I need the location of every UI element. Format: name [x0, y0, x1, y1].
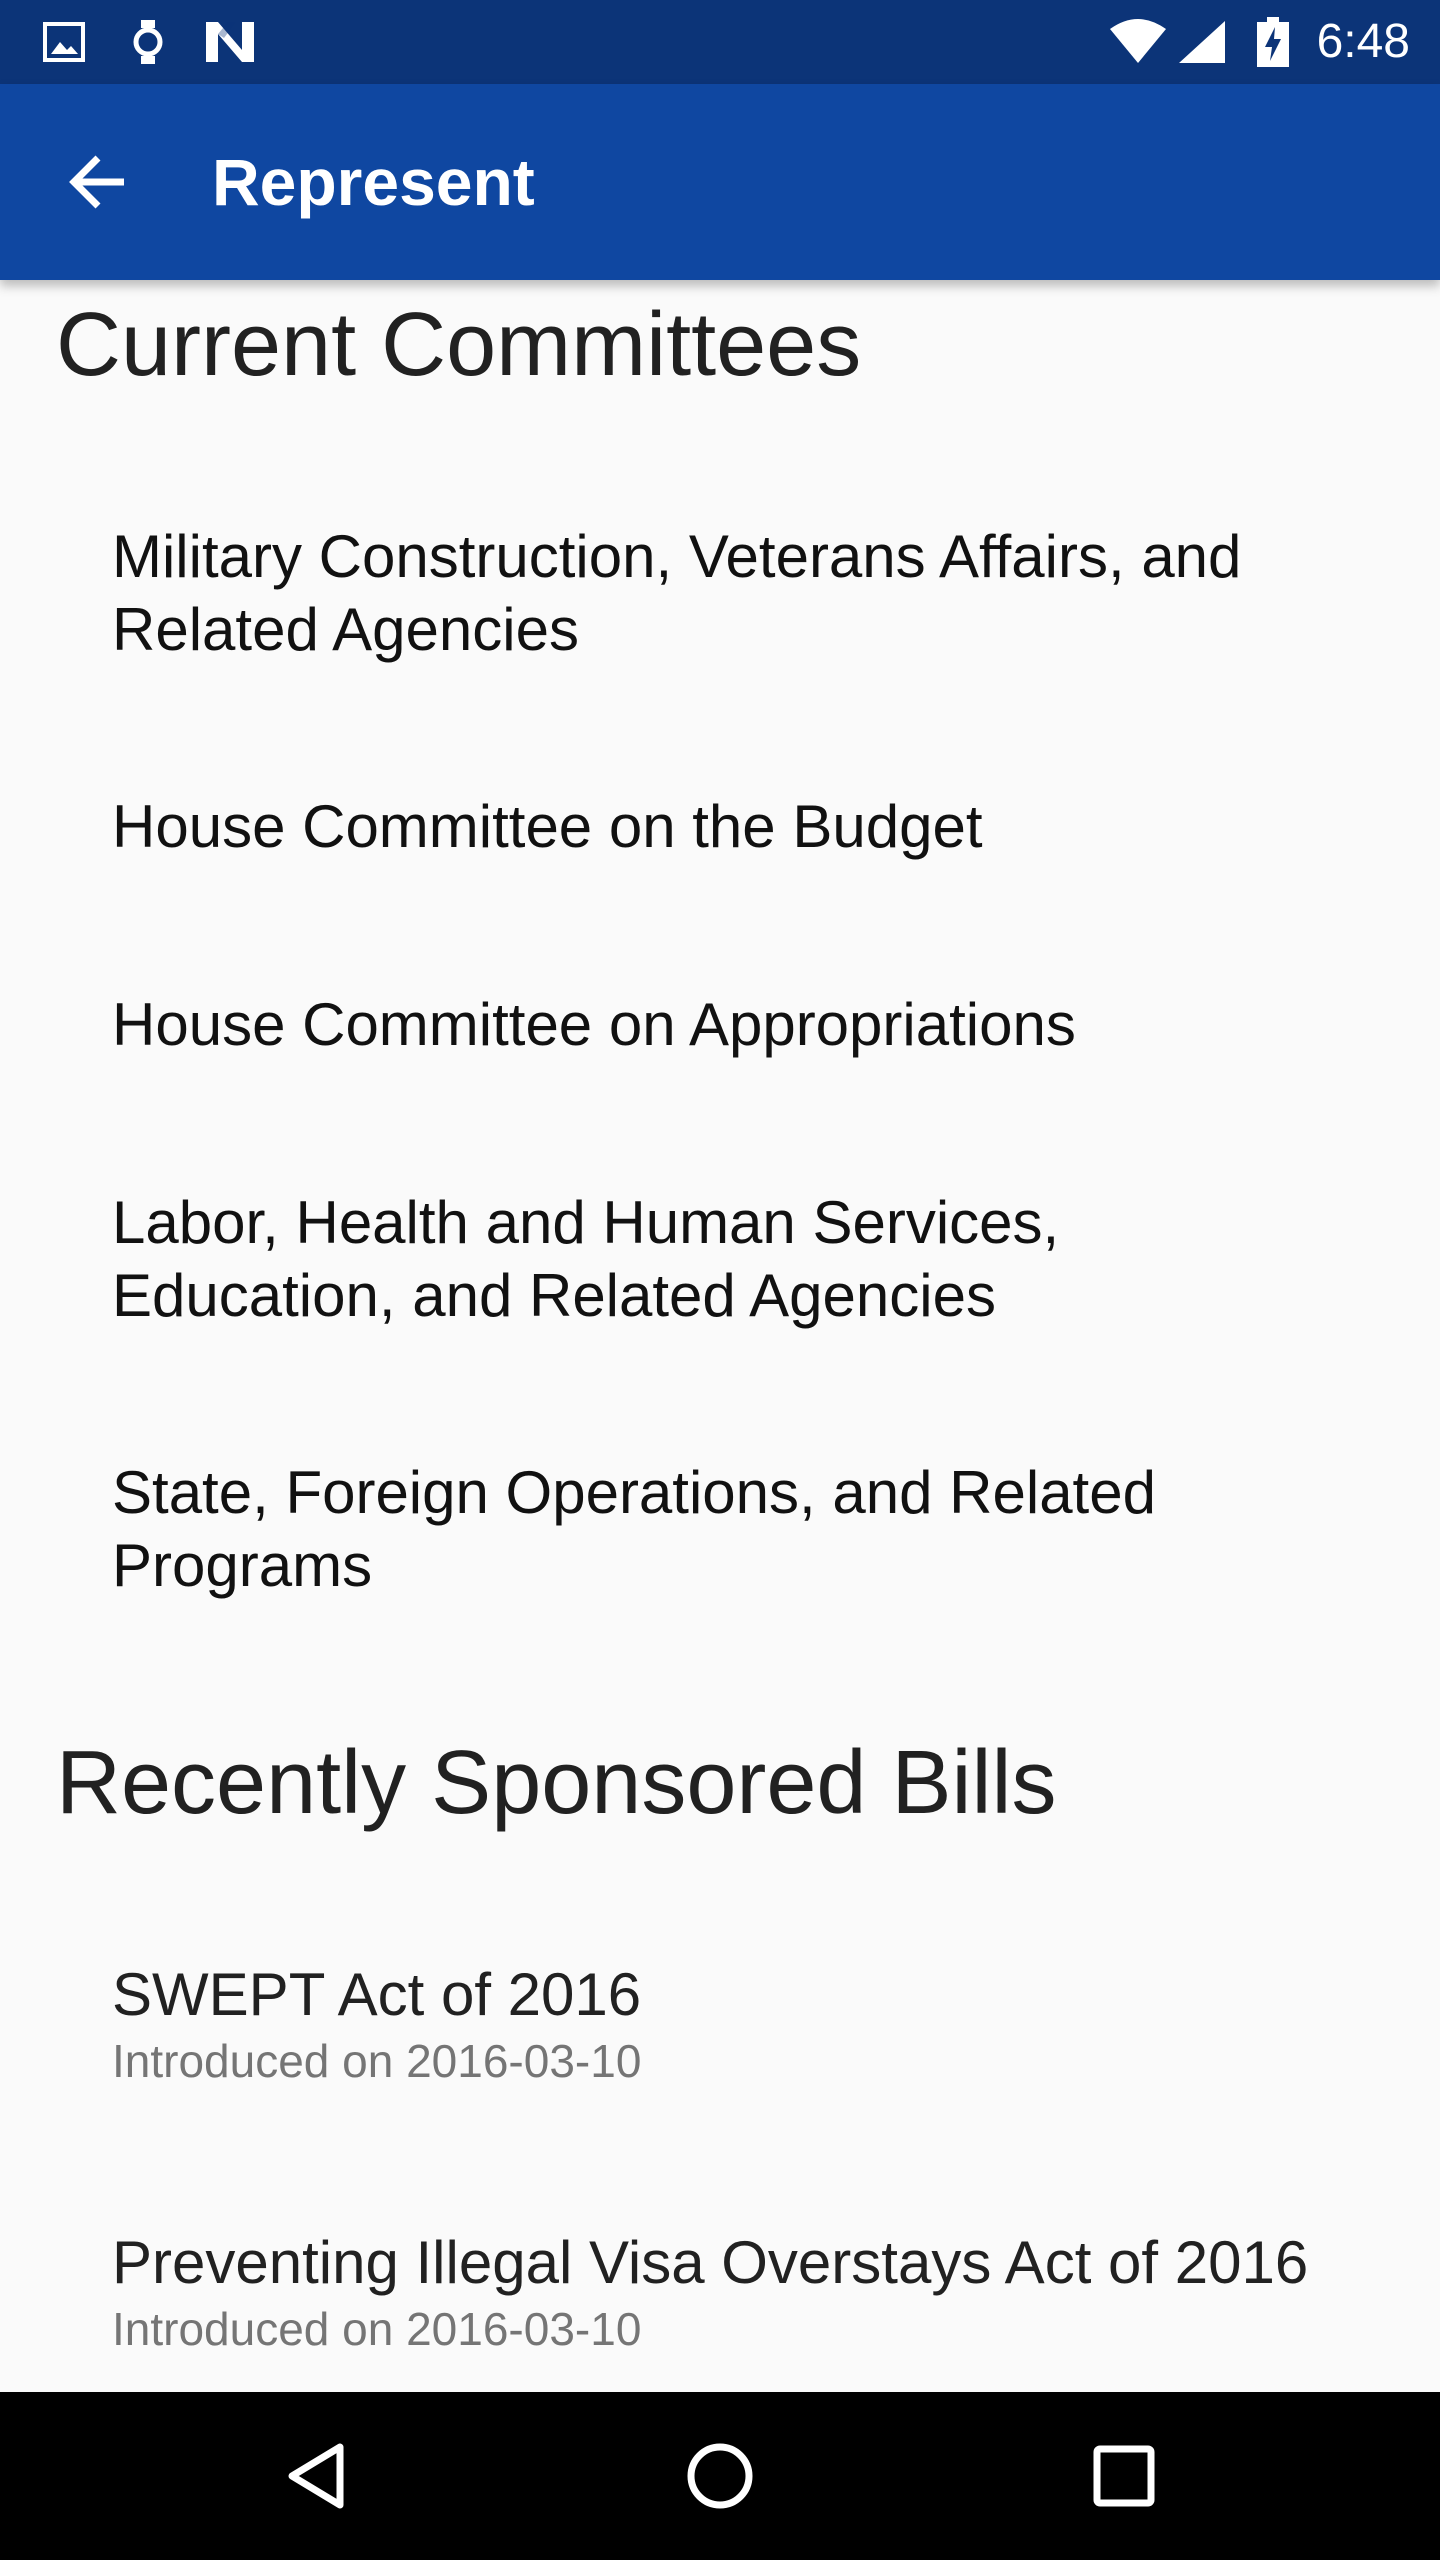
watch-notification-icon [124, 18, 172, 66]
navigation-bar [0, 2392, 1440, 2560]
committee-item[interactable]: Military Construction, Veterans Affairs,… [112, 520, 1352, 666]
bills-heading: Recently Sponsored Bills [56, 1733, 1057, 1833]
back-button[interactable] [46, 130, 150, 234]
app-title: Represent [212, 145, 535, 219]
committee-item[interactable]: House Committee on the Budget [112, 790, 1352, 863]
home-nav-button[interactable] [670, 2426, 770, 2526]
arrow-back-icon [68, 154, 128, 210]
home-nav-icon [685, 2441, 755, 2511]
committees-heading: Current Committees [56, 295, 862, 395]
bill-item[interactable]: Preventing Illegal Visa Overstays Act of… [112, 2226, 1352, 2359]
bill-title: SWEPT Act of 2016 [112, 1961, 642, 2028]
bill-title: Preventing Illegal Visa Overstays Act of… [112, 2229, 1309, 2296]
bill-item[interactable]: SWEPT Act of 2016 Introduced on 2016-03-… [112, 1958, 1352, 2091]
recents-nav-icon [1093, 2445, 1155, 2507]
battery-charging-icon [1254, 17, 1292, 67]
screen: 6:48 Represent Current Committees Milita… [0, 0, 1440, 2560]
status-time: 6:48 [1316, 15, 1410, 68]
committee-item[interactable]: State, Foreign Operations, and Related P… [112, 1456, 1352, 1602]
image-notification-icon [40, 18, 88, 66]
committee-item[interactable]: Labor, Health and Human Services, Educat… [112, 1186, 1352, 1332]
signal-icon [1176, 18, 1228, 66]
bill-date: Introduced on 2016-03-10 [112, 2303, 642, 2355]
back-nav-icon [284, 2441, 348, 2511]
n-notification-icon [202, 18, 258, 66]
status-bar: 6:48 [0, 0, 1440, 84]
back-nav-button[interactable] [266, 2426, 366, 2526]
committee-item[interactable]: House Committee on Appropriations [112, 988, 1352, 1061]
app-bar: Represent [0, 84, 1440, 280]
bill-date: Introduced on 2016-03-10 [112, 2035, 642, 2087]
wifi-icon [1108, 18, 1168, 66]
content-scroll-area[interactable]: Current Committees Military Construction… [0, 280, 1440, 2392]
recents-nav-button[interactable] [1074, 2426, 1174, 2526]
